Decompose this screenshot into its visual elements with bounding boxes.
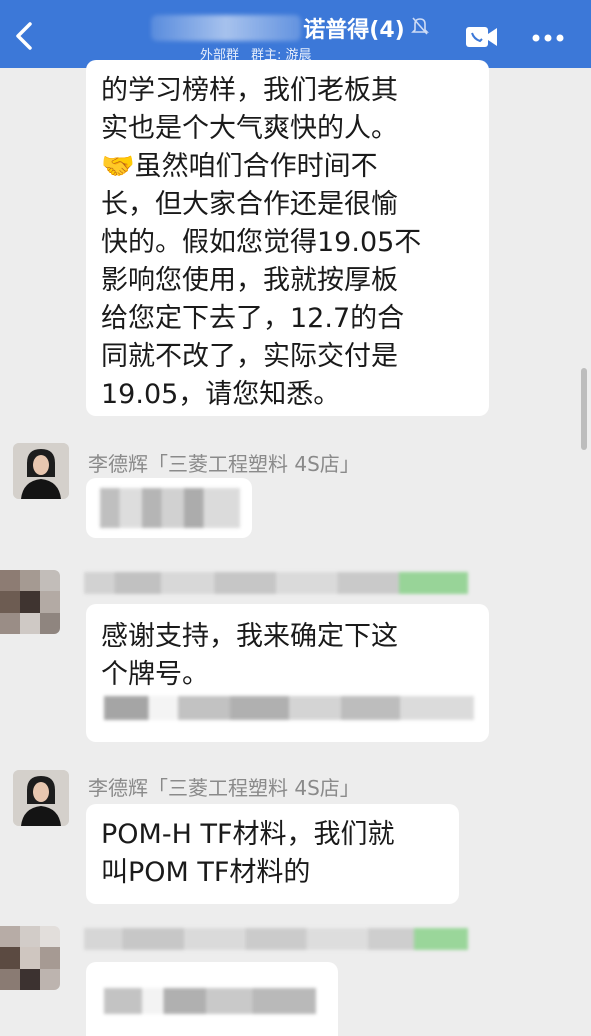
redacted-title-prefix: [151, 15, 302, 41]
chat-header: 诺普得(4) 外部群 群主: 游晨: [0, 0, 591, 68]
redacted-avatar-icon: [0, 570, 60, 634]
message-bubble-redacted[interactable]: [86, 478, 252, 538]
avatar-redacted[interactable]: [0, 570, 60, 634]
message-line: 的学习榜样，我们老板其: [101, 75, 398, 106]
sender-name: 李德辉「三菱工程塑料 4S店」: [88, 776, 360, 800]
message-line: 快的。假如您觉得19.05不: [101, 227, 422, 258]
message-line: 同就不改了，实际交付是: [101, 341, 398, 372]
message-line: 长，但大家合作还是很愉: [101, 189, 398, 220]
redacted-sender-name: [84, 572, 468, 594]
redacted-content: [104, 696, 474, 720]
message-bubble-redacted[interactable]: [86, 962, 338, 1036]
more-button[interactable]: [528, 28, 568, 48]
redacted-avatar-icon: [0, 926, 60, 990]
sender-name: 李德辉「三菱工程塑料 4S店」: [88, 452, 360, 476]
person-avatar-icon: [13, 443, 69, 499]
more-dots-icon: [532, 34, 564, 42]
redacted-sender-name: [84, 928, 468, 950]
redacted-content: [104, 988, 316, 1014]
message-line: 个牌号。: [101, 659, 209, 690]
redacted-content: [100, 488, 240, 528]
person-avatar-icon: [13, 770, 69, 826]
message-line: 影响您使用，我就按厚板: [101, 265, 398, 296]
chevron-left-icon: [16, 22, 32, 50]
message-line: 给您定下去了，12.7的合: [101, 303, 405, 334]
message-bubble[interactable]: 的学习榜样，我们老板其 实也是个大气爽快的人。 🤝虽然咱们合作时间不 长，但大家…: [86, 60, 489, 416]
message-line: POM-H TF材料，我们就: [101, 819, 395, 850]
message-line: 🤝虽然咱们合作时间不: [101, 151, 378, 182]
message-bubble[interactable]: POM-H TF材料，我们就 叫POM TF材料的: [86, 804, 459, 904]
avatar-redacted[interactable]: [0, 926, 60, 990]
scrollbar[interactable]: [581, 368, 587, 450]
chat-title-area[interactable]: 诺普得(4): [120, 12, 460, 44]
avatar[interactable]: [13, 770, 69, 826]
message-line: 感谢支持，我来确定下这: [101, 621, 398, 652]
message-bubble[interactable]: 感谢支持，我来确定下这 个牌号。: [86, 604, 489, 742]
video-call-button[interactable]: [464, 24, 500, 50]
mute-bell-icon: [410, 16, 429, 40]
video-call-icon: [466, 27, 497, 47]
back-button[interactable]: [10, 18, 40, 54]
message-line: 实也是个大气爽快的人。: [101, 113, 398, 144]
message-line: 叫POM TF材料的: [101, 857, 311, 888]
chat-title: 诺普得(4): [303, 18, 405, 43]
avatar[interactable]: [13, 443, 69, 499]
message-line: 19.05，请您知悉。: [101, 379, 341, 410]
